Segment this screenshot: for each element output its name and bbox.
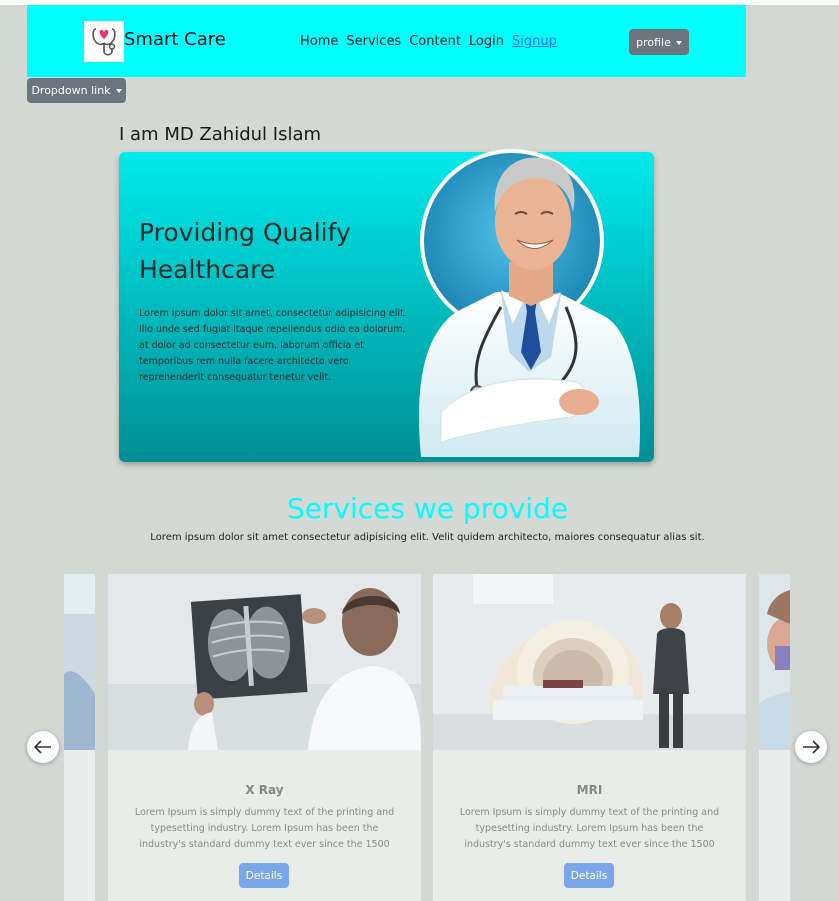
- card-text: Lorem Ipsum is simply dummy text of the …: [134, 807, 395, 850]
- nav-login-link[interactable]: Login: [469, 34, 504, 49]
- arrow-right-icon: [803, 740, 820, 754]
- nav-links: Home Services Content Login Signup: [300, 34, 557, 49]
- nav-services-link[interactable]: Services: [346, 34, 401, 49]
- services-title: Services we provide: [286, 492, 569, 525]
- logo[interactable]: [84, 21, 124, 62]
- service-card-xray: X Ray Lorem Ipsum is simply dummy text o…: [108, 574, 421, 901]
- profile-label: profile: [636, 35, 671, 49]
- stethoscope-heart-icon: [92, 27, 116, 56]
- profile-dropdown-button[interactable]: profile: [629, 29, 689, 55]
- mri-image: [433, 574, 746, 750]
- navbar: Smart Care Home Services Content Login S…: [27, 5, 746, 77]
- hero-name: I am MD Zahidul Islam: [119, 124, 322, 145]
- nav-content-link[interactable]: Content: [409, 34, 461, 49]
- partial-card-image: [64, 574, 95, 750]
- details-button[interactable]: Details: [564, 863, 614, 888]
- hero-text: Lorem ipsum dolor sit amet, consectetur …: [139, 308, 407, 383]
- nav-signup-link[interactable]: Signup: [512, 34, 557, 49]
- services-carousel: X Ray Lorem Ipsum is simply dummy text o…: [64, 574, 790, 901]
- hero-banner: Providing Qualify Healthcare Lorem ipsum…: [119, 149, 654, 462]
- card-title: MRI: [576, 783, 603, 797]
- hero-title: Providing Qualify Healthcare: [139, 218, 351, 284]
- doctor-image: [418, 149, 641, 457]
- carousel-peek-left: [64, 574, 95, 901]
- service-card-mri: MRI Lorem Ipsum is simply dummy text of …: [433, 574, 746, 901]
- carousel-next-button[interactable]: [795, 731, 827, 763]
- xray-image: [108, 574, 421, 750]
- caret-down-icon: [675, 40, 682, 45]
- details-button[interactable]: Details: [239, 863, 289, 888]
- carousel-prev-button[interactable]: [27, 731, 59, 763]
- dropdown-label: Dropdown link: [31, 84, 111, 97]
- nav-home-link[interactable]: Home: [300, 34, 338, 49]
- caret-down-icon: [115, 89, 122, 93]
- dropdown-link-button[interactable]: Dropdown link: [27, 78, 126, 103]
- brand-name[interactable]: Smart Care: [124, 29, 226, 50]
- partial-card-image: [759, 574, 790, 750]
- carousel-peek-right: [759, 574, 790, 901]
- arrow-left-icon: [34, 740, 51, 754]
- services-subtitle: Lorem ipsum dolor sit amet consectetur a…: [150, 532, 705, 543]
- card-text: Lorem Ipsum is simply dummy text of the …: [459, 807, 720, 850]
- card-title: X Ray: [245, 783, 284, 797]
